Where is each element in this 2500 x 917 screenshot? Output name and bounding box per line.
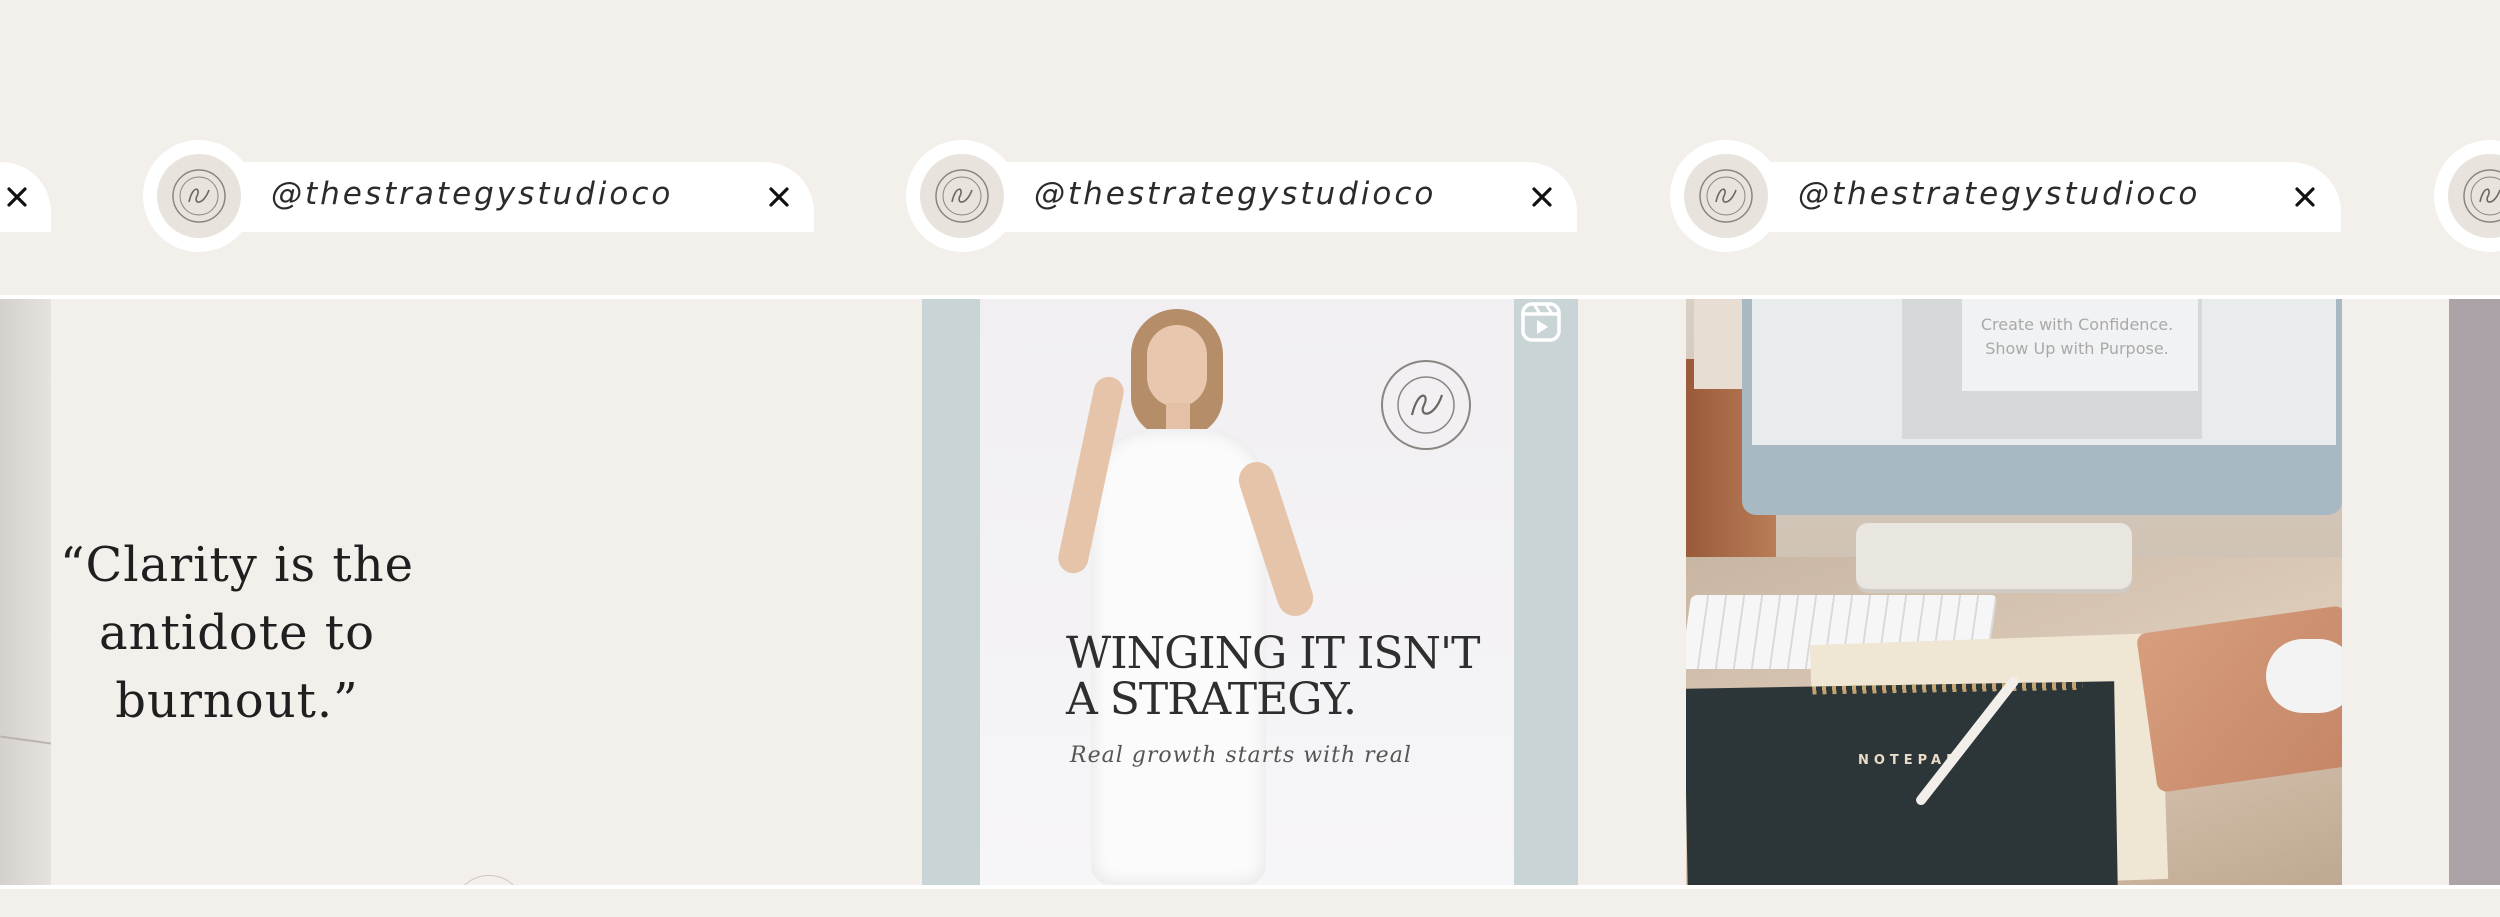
quote-text: “Clarity is the antidote to burnout.” xyxy=(59,537,415,729)
avatar[interactable] xyxy=(143,140,255,252)
monitor-screen: Create with Confidence. Show Up with Pur… xyxy=(1752,299,2336,445)
person-figure xyxy=(1036,309,1318,885)
avatar[interactable] xyxy=(1670,140,1782,252)
post-photo-panel: WINGING IT ISN'T A STRATEGY. Real growth… xyxy=(980,299,1514,885)
username-handle[interactable]: @thestrategystudioco xyxy=(271,176,673,212)
studio-logo-icon xyxy=(920,154,1004,238)
studio-logo-icon xyxy=(2448,154,2500,238)
close-icon[interactable] xyxy=(1525,180,1559,214)
post-headline: WINGING IT ISN'T A STRATEGY. xyxy=(1066,628,1480,725)
avatar[interactable] xyxy=(2434,140,2500,252)
close-icon[interactable] xyxy=(2288,180,2322,214)
notepad xyxy=(1686,681,2118,885)
studio-logo-icon xyxy=(1380,359,1472,451)
post-image[interactable]: Create with Confidence. Show Up with Pur… xyxy=(1686,299,2342,885)
post-image[interactable] xyxy=(0,299,51,885)
bottom-divider xyxy=(0,885,2500,889)
monitor-text: Create with Confidence. Show Up with Pur… xyxy=(1980,315,2174,358)
studio-logo-icon xyxy=(1684,154,1768,238)
reels-icon xyxy=(1520,301,1562,343)
post-image[interactable]: WINGING IT ISN'T A STRATEGY. Real growth… xyxy=(922,299,1578,885)
avatar[interactable] xyxy=(906,140,1018,252)
close-icon[interactable] xyxy=(0,180,34,214)
studio-logo-icon xyxy=(157,154,241,238)
studio-logo-icon xyxy=(453,875,525,885)
close-icon[interactable] xyxy=(762,180,796,214)
username-handle[interactable]: @thestrategystudioco xyxy=(1798,176,2200,212)
post-script-text: Real growth starts with real xyxy=(1070,743,1412,768)
username-handle[interactable]: @thestrategystudioco xyxy=(1034,176,1436,212)
post-image[interactable] xyxy=(2449,299,2500,885)
post-image[interactable]: “Clarity is the antidote to burnout.” xyxy=(51,299,922,885)
